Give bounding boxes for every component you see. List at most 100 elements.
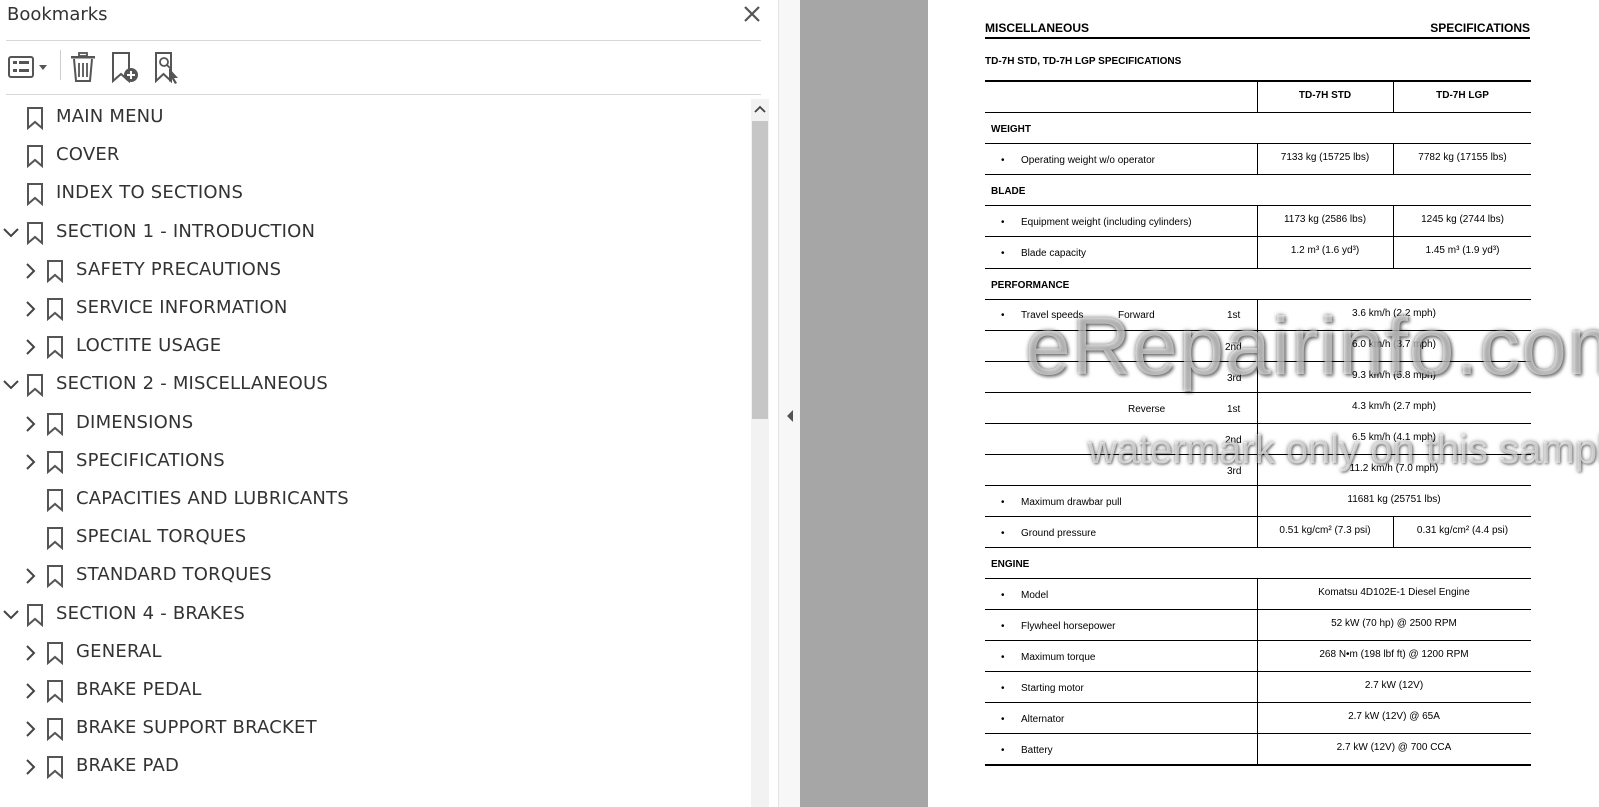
speed-value: 9.3 km/h (5.8 mph) xyxy=(1352,370,1436,381)
table-rule xyxy=(985,640,1531,641)
bookmark-icon xyxy=(47,412,63,436)
chevron-right-icon[interactable] xyxy=(21,414,41,434)
close-icon xyxy=(744,6,760,22)
section-heading-performance: PERFORMANCE xyxy=(991,280,1070,291)
bookmark-item[interactable]: SECTION 4 - BRAKES xyxy=(0,596,748,634)
spec-value: 2.7 kW (12V) xyxy=(1364,680,1424,691)
bullet: • xyxy=(1001,497,1005,508)
bookmark-label: SECTION 1 - INTRODUCTION xyxy=(56,220,316,242)
spec-label: Starting motor xyxy=(1021,683,1084,694)
header-divider xyxy=(6,40,761,41)
page-header: MISCELLANEOUS SPECIFICATIONS xyxy=(985,21,1530,39)
table-rule xyxy=(985,485,1531,486)
bookmark-item[interactable]: BRAKE SUPPORT BRACKET xyxy=(0,710,748,748)
bookmark-label: COVER xyxy=(56,144,120,166)
table-rule xyxy=(985,671,1531,672)
spec-label: Flywheel horsepower xyxy=(1021,621,1116,632)
toolbar-separator xyxy=(60,50,61,80)
scroll-up-button[interactable] xyxy=(751,99,769,121)
table-rule xyxy=(1257,299,1258,547)
spec-value-std: 1173 kg (2586 lbs) xyxy=(1283,214,1367,225)
table-rule xyxy=(985,733,1531,734)
chevron-right-icon[interactable] xyxy=(21,299,41,319)
table-rule xyxy=(985,702,1531,703)
bookmark-item[interactable]: LOCTITE USAGE xyxy=(0,328,748,366)
bullet: • xyxy=(1001,683,1005,694)
chevron-right-icon[interactable] xyxy=(21,337,41,357)
spec-value-lgp: 1245 kg (2744 lbs) xyxy=(1421,214,1504,225)
bookmark-item[interactable]: STANDARD TORQUES xyxy=(0,557,748,595)
panel-splitter[interactable] xyxy=(778,0,800,807)
table-rule xyxy=(985,392,1531,393)
close-panel-button[interactable] xyxy=(740,2,764,26)
table-rule xyxy=(985,236,1531,237)
gear-label: 2nd xyxy=(1225,435,1242,446)
table-rule xyxy=(1257,205,1258,268)
spec-value: 268 N•m (198 lbf ft) @ 1200 RPM xyxy=(1319,649,1469,660)
find-current-bookmark-button[interactable] xyxy=(151,50,185,84)
bookmark-icon xyxy=(27,107,43,130)
gear-label: 1st xyxy=(1227,310,1241,321)
table-rule xyxy=(1257,578,1258,764)
bookmark-item[interactable]: SPECIFICATIONS xyxy=(0,443,748,481)
page-subtitle: TD-7H STD, TD-7H LGP SPECIFICATIONS xyxy=(985,56,1182,67)
chevron-right-icon[interactable] xyxy=(21,566,41,586)
table-rule xyxy=(985,112,1531,113)
spec-label: Maximum drawbar pull xyxy=(1021,497,1122,508)
bookmark-item[interactable]: CAPACITIES AND LUBRICANTS xyxy=(0,481,748,519)
chevron-right-icon[interactable] xyxy=(21,452,41,472)
bookmark-label: SECTION 2 - MISCELLANEOUS xyxy=(56,373,329,395)
chevron-right-icon[interactable] xyxy=(21,681,41,701)
bookmark-icon xyxy=(47,680,63,703)
new-bookmark-button[interactable] xyxy=(107,50,141,84)
document-view[interactable]: MISCELLANEOUS SPECIFICATIONS TD-7H STD, … xyxy=(800,0,1599,807)
table-rule xyxy=(985,174,1531,175)
bookmark-icon xyxy=(47,527,63,551)
bookmark-icon xyxy=(47,489,63,512)
table-rule xyxy=(985,268,1531,269)
spec-value-std: 1.2 m³ (1.6 yd³) xyxy=(1290,245,1360,256)
chevron-down-icon[interactable] xyxy=(1,223,21,243)
bookmark-item[interactable]: INDEX TO SECTIONS xyxy=(0,175,748,213)
bookmarks-scrollbar[interactable] xyxy=(751,99,769,807)
chevron-right-icon[interactable] xyxy=(21,643,41,663)
bookmark-item[interactable]: SECTION 2 - MISCELLANEOUS xyxy=(0,366,748,404)
delete-bookmark-button[interactable] xyxy=(66,50,100,84)
bookmark-item[interactable]: DIMENSIONS xyxy=(0,405,748,443)
gear-label: 3rd xyxy=(1227,466,1242,477)
bookmark-label: CAPACITIES AND LUBRICANTS xyxy=(76,488,349,509)
chevron-right-icon[interactable] xyxy=(21,757,41,777)
gear-label: 1st xyxy=(1227,404,1241,415)
chevron-right-icon[interactable] xyxy=(21,719,41,739)
spec-value-lgp: 7782 kg (17155 lbs) xyxy=(1418,152,1507,163)
bookmark-icon xyxy=(47,336,63,360)
chevron-down-icon[interactable] xyxy=(1,375,21,395)
speed-value: 3.6 km/h (2.2 mph) xyxy=(1352,308,1436,319)
bookmark-options-button[interactable] xyxy=(6,50,50,84)
bookmark-item[interactable]: GENERAL xyxy=(0,634,748,672)
bookmark-item[interactable]: COVER xyxy=(0,137,748,175)
bullet: • xyxy=(1001,217,1005,228)
spec-value: 11681 kg (25751 lbs) xyxy=(1347,494,1441,505)
chevron-right-icon[interactable] xyxy=(21,261,41,281)
scroll-thumb[interactable] xyxy=(752,121,768,419)
spec-label: Blade capacity xyxy=(1021,248,1087,259)
spec-value: 52 kW (70 hp) @ 2500 RPM xyxy=(1331,618,1457,629)
collapse-panel-icon[interactable] xyxy=(785,408,795,424)
delete-bookmark-icon xyxy=(71,52,95,82)
speed-value: 4.3 km/h (2.7 mph) xyxy=(1352,401,1436,412)
speed-value: 6.0 km/h (3.7 mph) xyxy=(1352,339,1436,350)
bookmark-item[interactable]: SAFETY PRECAUTIONS xyxy=(0,252,748,290)
bullet: • xyxy=(1001,590,1005,601)
bookmark-item[interactable]: BRAKE PAD xyxy=(0,748,748,786)
bookmark-label: BRAKE PAD xyxy=(76,755,180,777)
bookmark-item[interactable]: MAIN MENU xyxy=(0,99,748,137)
bullet: • xyxy=(1001,714,1005,725)
chevron-down-icon[interactable] xyxy=(1,605,21,625)
bookmark-item[interactable]: BRAKE PEDAL xyxy=(0,672,748,710)
section-heading-engine: ENGINE xyxy=(991,559,1030,570)
table-rule xyxy=(1257,82,1258,112)
bookmark-item[interactable]: SECTION 1 - INTRODUCTION xyxy=(0,214,748,252)
bookmark-item[interactable]: SERVICE INFORMATION xyxy=(0,290,748,328)
bookmark-item[interactable]: SPECIAL TORQUES xyxy=(0,519,748,557)
